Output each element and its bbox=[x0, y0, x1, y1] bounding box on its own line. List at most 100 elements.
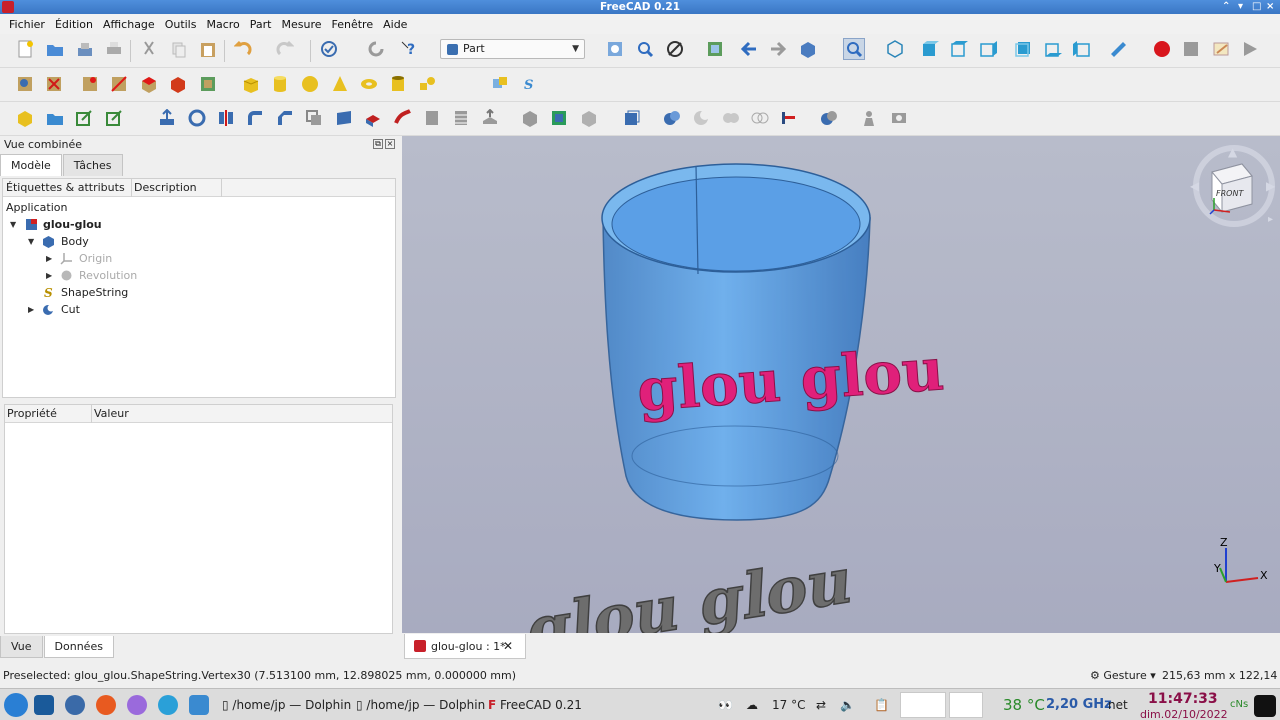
workbench-selector[interactable]: Part ▼ bbox=[440, 39, 585, 59]
part-section-icon[interactable] bbox=[421, 107, 443, 129]
tree-item-glou-glou[interactable]: ▼ glou-glou bbox=[3, 216, 393, 233]
menu-affichage[interactable]: Affichage bbox=[98, 18, 160, 31]
window-close-icon[interactable]: × bbox=[1266, 0, 1274, 14]
part-thickness-icon[interactable] bbox=[519, 107, 541, 129]
std-views-icon[interactable] bbox=[797, 38, 819, 60]
part-revolve-icon[interactable] bbox=[186, 107, 208, 129]
logout-icon[interactable] bbox=[1254, 695, 1276, 717]
macro-stop-icon[interactable] bbox=[1180, 38, 1202, 60]
clipboard-icon[interactable]: 📋 bbox=[874, 689, 889, 720]
part-fillet-icon[interactable] bbox=[244, 107, 266, 129]
navcube-rotate-left-icon[interactable]: ◀ bbox=[1190, 179, 1200, 193]
3d-scene[interactable]: glou glou glou glou FRONT ◀ ▶ ▲ ▸ Z Y X bbox=[402, 136, 1280, 633]
part-projection-icon[interactable] bbox=[548, 107, 570, 129]
menu-fenetre[interactable]: Fenêtre bbox=[327, 18, 379, 31]
part-ruled-surface-icon[interactable] bbox=[333, 107, 355, 129]
menu-part[interactable]: Part bbox=[245, 18, 277, 31]
bounding-box-icon[interactable] bbox=[704, 38, 726, 60]
redo-icon[interactable] bbox=[274, 38, 296, 60]
window-minimize-icon[interactable]: ▾ bbox=[1238, 0, 1243, 14]
part-tube-icon[interactable] bbox=[387, 73, 409, 95]
tree-item-body[interactable]: ▼ Body bbox=[3, 233, 393, 250]
selection-filter-icon[interactable] bbox=[14, 73, 36, 95]
part-offset-tools-icon[interactable] bbox=[479, 107, 501, 129]
menu-edition[interactable]: Édition bbox=[50, 18, 98, 31]
start-menu-icon[interactable] bbox=[4, 693, 28, 717]
part-shapestring-icon[interactable]: S bbox=[518, 73, 540, 95]
macro-run-icon[interactable] bbox=[1239, 38, 1261, 60]
draw-style-icon[interactable] bbox=[664, 38, 686, 60]
file-manager-icon[interactable] bbox=[189, 695, 209, 715]
collapse-arrow-icon[interactable]: ▼ bbox=[28, 233, 34, 250]
desktop-icon[interactable] bbox=[34, 695, 54, 715]
part-cylinder-icon[interactable] bbox=[269, 73, 291, 95]
menu-aide[interactable]: Aide bbox=[378, 18, 412, 31]
tree-header-labels[interactable]: Étiquettes & attributs bbox=[6, 181, 125, 194]
tree-header-description[interactable]: Description bbox=[134, 181, 197, 194]
refresh-check-icon[interactable] bbox=[318, 38, 340, 60]
navigation-cube[interactable]: FRONT ◀ ▶ ▲ ▸ bbox=[1190, 145, 1276, 227]
part-fuse-icon[interactable] bbox=[720, 107, 742, 129]
shapestring-floor-text[interactable]: glou glou bbox=[525, 541, 855, 633]
taskbar-task-freecad[interactable]: F FreeCAD 0.21 bbox=[488, 689, 582, 720]
window-shade-icon[interactable]: ⌃ bbox=[1222, 0, 1230, 14]
taskbar-task-dolphin-2[interactable]: ▯ /home/jp — Dolphin bbox=[356, 689, 485, 720]
menu-fichier[interactable]: Fichier bbox=[4, 18, 50, 31]
select-solid-icon[interactable] bbox=[167, 73, 189, 95]
volume-icon[interactable]: 🔈 bbox=[840, 689, 855, 720]
tree-item-cut[interactable]: ▶ Cut bbox=[3, 301, 393, 318]
part-join-features-icon[interactable] bbox=[778, 107, 800, 129]
menu-mesure[interactable]: Mesure bbox=[277, 18, 327, 31]
part-mirror-icon[interactable] bbox=[215, 107, 237, 129]
navcube-menu-icon[interactable]: ▸ bbox=[1268, 214, 1273, 225]
part-create-part-icon[interactable] bbox=[14, 107, 36, 129]
zoom-tool-icon[interactable] bbox=[843, 38, 865, 60]
whats-this-icon[interactable]: ? bbox=[399, 38, 421, 60]
fit-all-icon[interactable] bbox=[604, 38, 626, 60]
navcube-rotate-right-icon[interactable]: ▶ bbox=[1266, 179, 1276, 193]
part-boolean-icon[interactable] bbox=[661, 107, 683, 129]
part-sweep-icon[interactable] bbox=[392, 107, 414, 129]
property-header-name[interactable]: Propriété bbox=[7, 407, 57, 420]
panel-close-icon[interactable]: × bbox=[385, 139, 395, 149]
part-loft-icon[interactable] bbox=[362, 107, 384, 129]
window-maximize-icon[interactable]: □ bbox=[1252, 0, 1261, 14]
cup-model[interactable]: glou glou bbox=[601, 163, 947, 521]
view-left-icon[interactable] bbox=[1071, 38, 1093, 60]
part-make-face-icon[interactable] bbox=[303, 107, 325, 129]
tab-modele[interactable]: Modèle bbox=[0, 154, 62, 176]
navigation-style-selector[interactable]: ⚙ Gesture ▾ bbox=[1090, 666, 1156, 686]
expand-arrow-icon[interactable]: ▶ bbox=[46, 267, 52, 284]
tab-vue[interactable]: Vue bbox=[0, 636, 43, 658]
part-common-icon[interactable] bbox=[749, 107, 771, 129]
fit-selection-icon[interactable] bbox=[634, 38, 656, 60]
navcube-rotate-up-icon[interactable]: ▲ bbox=[1228, 145, 1238, 159]
part-torus-icon[interactable] bbox=[358, 73, 380, 95]
recompute-icon[interactable] bbox=[365, 38, 387, 60]
chat-app-icon[interactable] bbox=[127, 695, 147, 715]
view-right-icon[interactable] bbox=[977, 38, 999, 60]
part-cone-icon[interactable] bbox=[329, 73, 351, 95]
new-document-icon[interactable] bbox=[14, 38, 36, 60]
property-header-value[interactable]: Valeur bbox=[94, 407, 129, 420]
settings-icon[interactable] bbox=[65, 695, 85, 715]
cut-icon[interactable] bbox=[138, 38, 160, 60]
view-isometric-icon[interactable] bbox=[884, 38, 906, 60]
firefox-icon[interactable] bbox=[96, 695, 116, 715]
paste-icon[interactable] bbox=[197, 38, 219, 60]
part-link-icon[interactable] bbox=[73, 107, 95, 129]
part-compound-tools-icon[interactable] bbox=[621, 107, 643, 129]
menu-outils[interactable]: Outils bbox=[160, 18, 202, 31]
part-sphere-icon[interactable] bbox=[299, 73, 321, 95]
part-color-per-face-icon[interactable] bbox=[578, 107, 600, 129]
copy-icon[interactable] bbox=[168, 38, 190, 60]
expand-arrow-icon[interactable]: ▶ bbox=[46, 250, 52, 267]
part-chamfer-icon[interactable] bbox=[274, 107, 296, 129]
measure-ruler-icon[interactable] bbox=[1107, 38, 1129, 60]
tab-taches[interactable]: Tâches bbox=[62, 154, 123, 176]
select-edge-icon[interactable] bbox=[108, 73, 130, 95]
part-defeaturing-icon[interactable] bbox=[888, 107, 910, 129]
collapse-arrow-icon[interactable]: ▼ bbox=[10, 216, 16, 233]
toggle-filter-icon[interactable] bbox=[197, 73, 219, 95]
expand-arrow-icon[interactable]: ▶ bbox=[28, 301, 34, 318]
